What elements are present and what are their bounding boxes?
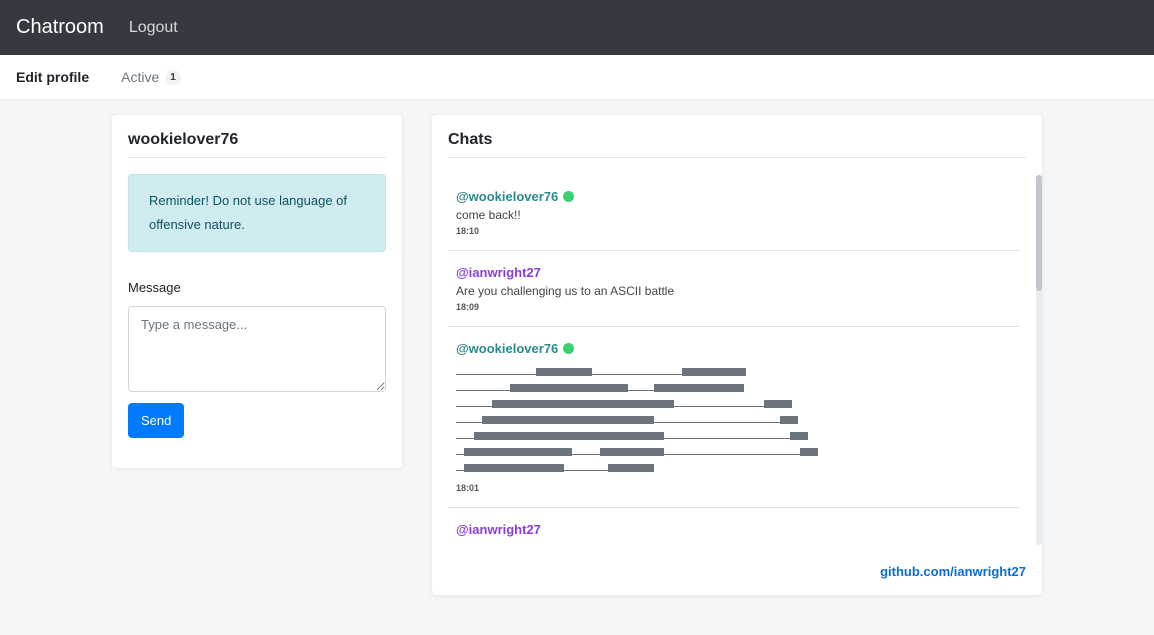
edit-profile-link[interactable]: Edit profile — [16, 69, 89, 85]
author-name: @wookielover76 — [456, 341, 559, 356]
chat-message: @ianwright27 — [448, 508, 1020, 545]
online-status-icon — [563, 191, 575, 202]
message-time: 18:10 — [456, 226, 480, 236]
message-text: come back!! — [456, 208, 521, 222]
send-button[interactable]: Send — [128, 403, 185, 438]
author-name: @ianwright27 — [456, 522, 541, 537]
active-label: Active — [121, 69, 160, 85]
message-text: Are you challenging us to an ASCII battl… — [456, 284, 675, 298]
author-name: @wookielover76 — [456, 189, 559, 204]
message-label: Message — [128, 280, 181, 295]
github-link[interactable]: github.com/ianwright27 — [880, 564, 1026, 579]
ascii-line — [456, 425, 1012, 441]
message-author[interactable]: @wookielover76 — [456, 341, 1012, 356]
active-users-link[interactable]: Active 1 — [121, 69, 181, 85]
ascii-line — [456, 377, 1012, 393]
online-status-icon — [563, 343, 575, 354]
brand-title[interactable]: Chatroom — [16, 16, 104, 39]
ascii-line — [456, 457, 1012, 473]
author-name: @ianwright27 — [456, 265, 541, 280]
chat-scrollbar[interactable] — [1036, 175, 1042, 545]
ascii-line — [456, 441, 1012, 457]
sub-navbar: Edit profile Active 1 — [0, 55, 1154, 99]
logout-link[interactable]: Logout — [129, 19, 178, 37]
profile-card: wookielover76 Reminder! Do not use langu… — [112, 115, 402, 468]
message-author[interactable]: @ianwright27 — [456, 265, 1012, 280]
ascii-line — [456, 393, 1012, 409]
top-navbar: Chatroom Logout — [0, 0, 1154, 55]
message-author[interactable]: @ianwright27 — [456, 522, 1012, 537]
chat-message: @ianwright27 Are you challenging us to a… — [448, 251, 1020, 327]
ascii-art — [456, 361, 1012, 473]
ascii-line — [456, 409, 1012, 425]
message-author[interactable]: @wookielover76 — [456, 189, 1012, 204]
active-count-badge: 1 — [165, 69, 181, 85]
profile-username: wookielover76 — [128, 131, 386, 158]
chats-title: Chats — [448, 131, 1026, 158]
message-input[interactable] — [128, 306, 386, 392]
message-time: 18:09 — [456, 302, 480, 312]
chat-message: @wookielover76 come back!! 18:10 — [448, 175, 1020, 251]
chats-card: Chats @wookielover76 come back!! 18:10 @… — [432, 115, 1042, 595]
message-time: 18:01 — [456, 483, 480, 493]
scrollbar-thumb[interactable] — [1036, 175, 1042, 291]
ascii-line — [456, 361, 1012, 377]
reminder-alert: Reminder! Do not use language of offensi… — [128, 174, 386, 252]
chat-message: @wookielover76 18:01 — [448, 327, 1020, 508]
chat-list[interactable]: @wookielover76 come back!! 18:10 @ianwri… — [448, 175, 1026, 545]
